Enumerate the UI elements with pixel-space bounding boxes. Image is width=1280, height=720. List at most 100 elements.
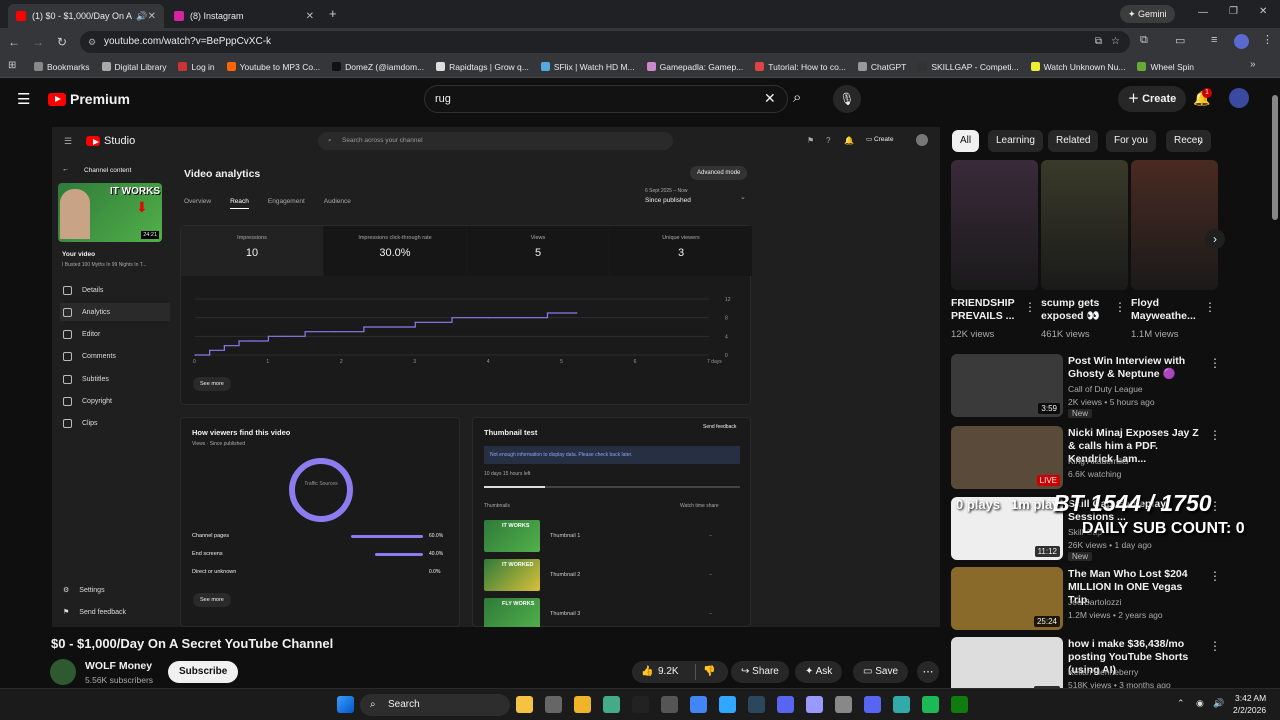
chips-next-icon[interactable]: › [1198, 135, 1202, 149]
maximize-icon[interactable]: ❐ [1229, 6, 1238, 17]
rec-menu-icon[interactable]: ⋮ [1209, 356, 1221, 370]
bookmark-item[interactable]: Digital Library [101, 62, 166, 72]
power-icon[interactable] [661, 696, 678, 713]
short-menu-icon[interactable]: ⋮ [1114, 300, 1126, 314]
short-title[interactable]: Floyd Mayweathe... [1131, 297, 1203, 323]
wifi-icon[interactable]: ⌃ [1177, 698, 1185, 709]
task-view-icon[interactable] [545, 696, 562, 713]
speaker-icon[interactable]: 🔊 [136, 11, 147, 22]
more-bookmarks-icon[interactable]: » [1250, 59, 1256, 70]
gaming-icon[interactable] [835, 696, 852, 713]
video-player[interactable]: ☰ Studio ⌕ Search across your channel ⚑ … [52, 127, 940, 627]
menu-dots-icon[interactable]: ⋮ [1262, 33, 1273, 46]
url-field[interactable]: ⚙ youtube.com/watch?v=BePppCvXC-k ⧉ ☆ [80, 31, 1130, 53]
dislike-icon[interactable]: 👎 [703, 661, 715, 683]
profile-avatar[interactable] [1234, 34, 1249, 49]
close-tab-icon[interactable]: ✕ [148, 11, 156, 22]
rec-channel[interactable]: Call of Duty League [1068, 384, 1143, 394]
bookmark-item[interactable]: DomeZ (@iamdom... [332, 62, 424, 72]
explorer-icon[interactable] [516, 696, 533, 713]
bookmark-item[interactable]: Log in [178, 62, 215, 72]
start-windows-icon[interactable] [337, 696, 354, 713]
clock-time[interactable]: 3:42 AM [1235, 693, 1266, 703]
chip-all[interactable]: All [952, 130, 980, 152]
bookmark-item[interactable]: ChatGPT [857, 62, 906, 72]
ccleaner-icon[interactable] [893, 696, 910, 713]
bookmark-star-icon[interactable]: ☆ [1111, 31, 1120, 53]
install-icon[interactable]: ⧉ [1095, 31, 1102, 53]
rec-thumbnail[interactable]: 25:24 [951, 567, 1063, 630]
network-icon[interactable]: ◉ [1196, 698, 1204, 709]
xbox-icon[interactable] [951, 696, 968, 713]
more-actions-icon[interactable]: ⋯ [917, 661, 939, 683]
back-icon[interactable]: ← [6, 34, 22, 50]
bookmark-item[interactable]: Gamepadla: Gamep... [646, 62, 743, 72]
clock-date[interactable]: 2/2/2026 [1233, 705, 1266, 715]
rec-menu-icon[interactable]: ⋮ [1209, 569, 1221, 583]
chip-learning[interactable]: Learning [988, 130, 1043, 152]
bookmark-item[interactable]: Tutorial: How to co... [755, 62, 846, 72]
capcut-icon[interactable] [632, 696, 649, 713]
media-icon[interactable]: ≡ [1211, 34, 1217, 46]
tab-youtube[interactable]: (1) $0 - $1,000/Day On A Se 🔊 ✕ [8, 4, 164, 28]
steam-icon[interactable] [748, 696, 765, 713]
short-title[interactable]: scump gets exposed 👀 [1041, 297, 1113, 323]
photoshop-icon[interactable] [719, 696, 736, 713]
bookmark-item[interactable]: Wheel Spin [1137, 62, 1194, 72]
new-tab-icon[interactable]: + [329, 6, 337, 21]
rec-channel[interactable]: King Akademiks [1068, 456, 1128, 466]
create-button[interactable]: ＋ Create [1118, 86, 1187, 112]
site-info-icon[interactable]: ⚙ [88, 31, 96, 53]
forward-icon[interactable]: → [30, 34, 46, 50]
minimize-icon[interactable]: — [1198, 7, 1208, 18]
subscribe-button[interactable]: Subscribe [168, 661, 239, 683]
reload-icon[interactable]: ↻ [54, 34, 70, 50]
bookmark-item[interactable]: SFlix | Watch HD M... [540, 62, 635, 72]
hamburger-menu-icon[interactable]: ☰ [17, 90, 30, 108]
search-input[interactable]: rug [424, 85, 788, 113]
spotify-icon[interactable] [922, 696, 939, 713]
short-thumbnail[interactable] [951, 160, 1038, 290]
ask-button[interactable]: ✦ Ask [795, 661, 843, 683]
short-title[interactable]: FRIENDSHIP PREVAILS ... [951, 297, 1023, 323]
taskbar-search[interactable]: ⌕ Search [360, 694, 510, 716]
youtube-premium-logo[interactable]: Premium [48, 91, 130, 107]
chip-related[interactable]: Related [1048, 130, 1099, 152]
share-button[interactable]: ↪ Share [731, 661, 789, 683]
discord-icon[interactable] [864, 696, 881, 713]
sidepanel-icon[interactable]: ▭ [1175, 34, 1185, 47]
rec-menu-icon[interactable]: ⋮ [1209, 428, 1221, 442]
short-thumbnail[interactable] [1041, 160, 1128, 290]
file-explorer-icon[interactable] [574, 696, 591, 713]
apps-grid-icon[interactable]: ⊞ [8, 60, 16, 71]
short-menu-icon[interactable]: ⋮ [1024, 300, 1036, 314]
gemini-button[interactable]: ✦ Gemini [1120, 5, 1175, 23]
voice-search-icon[interactable]: 🎙 [833, 85, 861, 113]
discord-app-icon[interactable] [777, 696, 794, 713]
bookmark-item[interactable]: Rapidtags | Grow q... [436, 62, 529, 72]
chrome-icon[interactable] [690, 696, 707, 713]
bookmark-item[interactable]: SKILLGAP - Competi... [918, 62, 1019, 72]
rec-thumbnail[interactable]: LIVE [951, 426, 1063, 489]
close-window-icon[interactable]: ✕ [1259, 6, 1267, 17]
rec-title[interactable]: Post Win Interview with Ghosty & Neptune… [1068, 355, 1202, 381]
channel-name[interactable]: WOLF Money [85, 660, 152, 672]
chip-recen[interactable]: Recen [1166, 130, 1211, 152]
chip-for-you[interactable]: For you [1106, 130, 1156, 152]
tab-instagram[interactable]: (8) Instagram ✕ [166, 4, 322, 28]
short-thumbnail[interactable] [1131, 160, 1218, 290]
rec-menu-icon[interactable]: ⋮ [1209, 639, 1221, 653]
account-avatar[interactable] [1229, 88, 1249, 108]
volume-icon[interactable]: 🔊 [1213, 698, 1224, 709]
store-icon[interactable] [603, 696, 620, 713]
page-scrollbar[interactable] [1272, 95, 1278, 220]
rec-channel[interactable]: Joe Bartolozzi [1068, 597, 1121, 607]
bookmark-item[interactable]: Bookmarks [34, 62, 90, 72]
shorts-next-icon[interactable]: › [1205, 229, 1225, 249]
bookmark-item[interactable]: Watch Unknown Nu... [1030, 62, 1125, 72]
rec-channel[interactable]: Kellan Henneberry [1068, 667, 1138, 677]
channel-avatar[interactable] [50, 659, 76, 685]
close-tab-icon[interactable]: ✕ [306, 11, 314, 22]
short-menu-icon[interactable]: ⋮ [1204, 300, 1216, 314]
clear-search-icon[interactable]: ✕ [764, 90, 776, 107]
